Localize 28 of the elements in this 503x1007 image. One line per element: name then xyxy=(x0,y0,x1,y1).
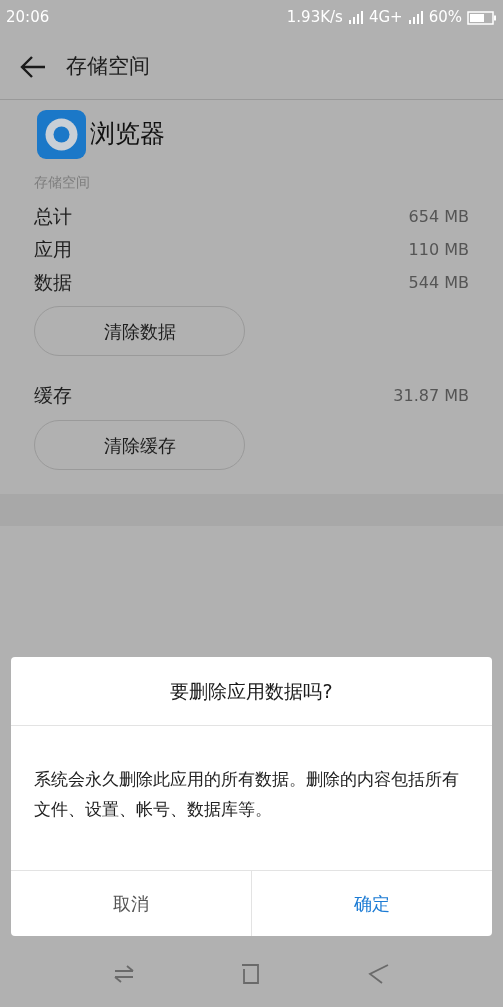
cancel-button[interactable]: 取消 xyxy=(11,871,251,936)
back-icon[interactable] xyxy=(20,56,46,78)
clear-cache-button[interactable]: 清除缓存 xyxy=(34,420,245,470)
storage-value: 654 MB xyxy=(408,205,469,228)
dialog-message: 系统会永久删除此应用的所有数据。删除的内容包括所有文件、设置、帐号、数据库等。 xyxy=(34,768,460,821)
signal-icon xyxy=(407,10,424,25)
storage-label: 数据 xyxy=(34,270,72,296)
app-icon xyxy=(37,109,86,159)
battery-percent: 60% xyxy=(428,7,462,29)
network-type: 4G+ xyxy=(368,7,403,29)
recent-apps-icon[interactable] xyxy=(113,962,136,985)
storage-label: 总计 xyxy=(34,204,72,230)
page-title: 存储空间 xyxy=(66,53,150,81)
clear-data-button[interactable]: 清除数据 xyxy=(34,306,245,356)
cache-label: 缓存 xyxy=(34,383,72,409)
cache-value: 31.87 MB xyxy=(393,384,469,407)
battery-icon xyxy=(467,10,497,25)
signal-icon xyxy=(347,10,364,25)
storage-value: 544 MB xyxy=(408,271,469,294)
home-icon[interactable] xyxy=(241,963,262,984)
confirm-button[interactable]: 确定 xyxy=(251,871,492,936)
clock: 20:06 xyxy=(6,7,50,29)
back-nav-icon[interactable] xyxy=(367,962,390,985)
app-name: 浏览器 xyxy=(90,118,165,151)
network-speed: 1.93K/s xyxy=(286,7,343,29)
storage-value: 110 MB xyxy=(408,238,469,261)
dialog-title: 要删除应用数据吗? xyxy=(170,678,333,704)
storage-label: 应用 xyxy=(34,237,72,263)
